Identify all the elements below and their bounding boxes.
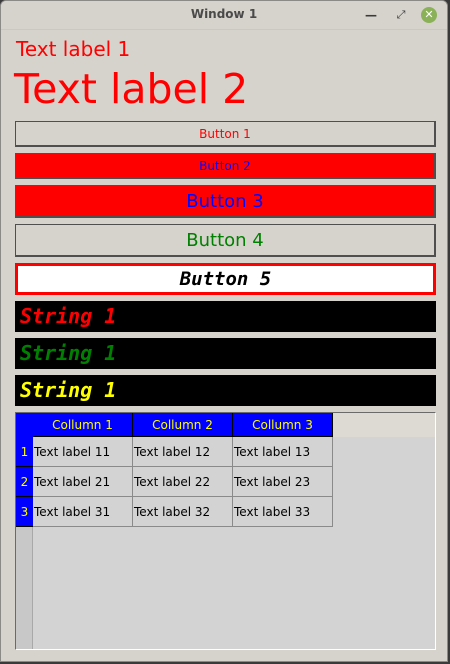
minimize-icon[interactable]: — <box>362 6 380 24</box>
column-header-1[interactable]: Collumn 1 <box>33 413 133 437</box>
row-header-3[interactable]: 3 <box>16 497 33 527</box>
header-filler <box>333 413 435 437</box>
table-cell[interactable]: Text label 22 <box>133 467 233 497</box>
button-5[interactable]: Button 5 <box>15 263 436 295</box>
data-table[interactable]: Collumn 1 Collumn 2 Collumn 3 1 2 3 Text… <box>15 412 436 650</box>
window-title: Window 1 <box>190 7 258 21</box>
column-header-3[interactable]: Collumn 3 <box>233 413 333 437</box>
table-cell[interactable]: Text label 31 <box>33 497 133 527</box>
table-corner[interactable] <box>16 413 33 437</box>
string-display-green: String 1 <box>15 338 436 369</box>
restore-icon[interactable]: ⤢ <box>392 6 410 24</box>
button-1[interactable]: Button 1 <box>15 121 436 147</box>
string-display-yellow: String 1 <box>15 375 436 406</box>
string-display-red: String 1 <box>15 301 436 332</box>
table-cell[interactable]: Text label 21 <box>33 467 133 497</box>
text-label-1: Text label 1 <box>16 37 131 61</box>
button-2[interactable]: Button 2 <box>15 153 436 179</box>
table-cell[interactable]: Text label 23 <box>233 467 333 497</box>
table-cell[interactable]: Text label 11 <box>33 437 133 467</box>
table-cell[interactable]: Text label 12 <box>133 437 233 467</box>
table-cell[interactable]: Text label 33 <box>233 497 333 527</box>
table-cell[interactable]: Text label 13 <box>233 437 333 467</box>
column-header-2[interactable]: Collumn 2 <box>133 413 233 437</box>
button-4[interactable]: Button 4 <box>15 224 436 257</box>
row-header-1[interactable]: 1 <box>16 437 33 467</box>
row-header-2[interactable]: 2 <box>16 467 33 497</box>
app-window: Window 1 — ⤢ ✕ Text label 1 Text label 2… <box>0 0 448 662</box>
title-bar[interactable]: Window 1 — ⤢ ✕ <box>1 1 447 30</box>
table-cell[interactable]: Text label 32 <box>133 497 233 527</box>
button-3[interactable]: Button 3 <box>15 185 436 218</box>
text-label-2: Text label 2 <box>14 65 249 113</box>
close-icon[interactable]: ✕ <box>421 7 437 23</box>
